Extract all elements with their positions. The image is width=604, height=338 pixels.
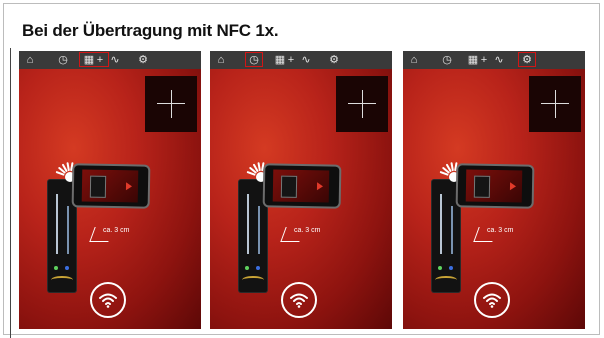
clock-icon[interactable]: ◷ bbox=[56, 53, 70, 67]
nfc-transfer-button[interactable] bbox=[474, 282, 510, 318]
home-icon[interactable]: ⌂ bbox=[214, 53, 228, 67]
distance-label: ca. 3 cm bbox=[103, 227, 130, 234]
clock-icon[interactable]: ◷ bbox=[440, 53, 454, 67]
device-slider bbox=[258, 206, 260, 254]
add-button[interactable] bbox=[336, 76, 388, 132]
status-led bbox=[256, 266, 260, 270]
add-button[interactable] bbox=[145, 76, 197, 132]
phone-mini-device bbox=[280, 175, 298, 198]
calendar-icon[interactable]: ▦ bbox=[273, 53, 287, 67]
status-led bbox=[449, 266, 453, 270]
status-led bbox=[245, 266, 249, 270]
wifi-icon bbox=[290, 293, 308, 308]
distance-label: ca. 3 cm bbox=[487, 227, 514, 234]
home-icon[interactable]: ⌂ bbox=[23, 53, 37, 67]
device-slider bbox=[56, 194, 58, 254]
phone-screen bbox=[465, 169, 523, 203]
status-led bbox=[54, 266, 58, 270]
device-wave bbox=[435, 276, 457, 284]
phone-screen bbox=[81, 169, 139, 203]
add-button[interactable] bbox=[529, 76, 581, 132]
left-divider bbox=[10, 48, 11, 338]
settings-icon[interactable]: ⚙ bbox=[327, 53, 341, 67]
plus-icon[interactable]: + bbox=[286, 53, 296, 67]
wifi-icon bbox=[483, 293, 501, 308]
device-wave bbox=[242, 276, 264, 284]
caption-title: Bei der Übertragung mit NFC 1x. bbox=[22, 21, 279, 40]
active-tab-highlight bbox=[79, 52, 109, 67]
top-toolbar: ⌂ ◷ ▦ + ∿ ⚙ bbox=[210, 51, 392, 69]
screenshot-panel-2: ⌂ ◷ ▦ + ∿ ⚙ ca. 3 cm bbox=[210, 51, 392, 329]
screenshot-panel-3: ⌂ ◷ ▦ + ∿ ⚙ ca. 3 cm bbox=[403, 51, 585, 329]
smartphone bbox=[455, 163, 535, 209]
status-led bbox=[65, 266, 69, 270]
settings-icon[interactable]: ⚙ bbox=[136, 53, 150, 67]
arrow-icon bbox=[125, 182, 133, 191]
top-toolbar: ⌂ ◷ ▦ + ∿ ⚙ bbox=[403, 51, 585, 69]
phone-mini-device bbox=[473, 175, 491, 198]
graph-icon[interactable]: ∿ bbox=[491, 53, 507, 67]
plus-vertical bbox=[555, 90, 556, 118]
arrow-icon bbox=[316, 182, 324, 191]
graph-icon[interactable]: ∿ bbox=[107, 53, 123, 67]
arrow-icon bbox=[509, 182, 517, 191]
phone-screen bbox=[272, 169, 330, 203]
screenshot-panel-1: ⌂ ◷ ▦ + ∿ ⚙ ca. 3 cm bbox=[19, 51, 201, 329]
home-icon[interactable]: ⌂ bbox=[407, 53, 421, 67]
plus-icon[interactable]: + bbox=[479, 53, 489, 67]
calendar-icon[interactable]: ▦ bbox=[466, 53, 480, 67]
active-tab-highlight bbox=[518, 52, 536, 67]
nfc-transfer-button[interactable] bbox=[90, 282, 126, 318]
device-wave bbox=[51, 276, 73, 284]
graph-icon[interactable]: ∿ bbox=[298, 53, 314, 67]
phone-mini-device bbox=[89, 175, 107, 198]
plus-vertical bbox=[171, 90, 172, 118]
wifi-icon bbox=[99, 293, 117, 308]
top-toolbar: ⌂ ◷ ▦ + ∿ ⚙ bbox=[19, 51, 201, 69]
device-slider bbox=[440, 194, 442, 254]
status-led bbox=[438, 266, 442, 270]
distance-label: ca. 3 cm bbox=[294, 227, 321, 234]
smartphone bbox=[262, 163, 342, 209]
device-slider bbox=[451, 206, 453, 254]
plus-vertical bbox=[362, 90, 363, 118]
nfc-transfer-button[interactable] bbox=[281, 282, 317, 318]
active-tab-highlight bbox=[245, 52, 263, 67]
device-slider bbox=[67, 206, 69, 254]
device-slider bbox=[247, 194, 249, 254]
smartphone bbox=[71, 163, 151, 209]
